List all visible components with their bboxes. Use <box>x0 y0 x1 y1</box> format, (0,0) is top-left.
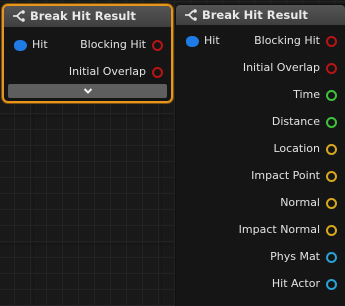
pin-label: Normal <box>280 196 320 209</box>
pin-connector[interactable] <box>152 40 163 51</box>
break-hit-result-node-collapsed[interactable]: Break Hit Result Hit Blocking Hit Initial … <box>2 4 173 103</box>
chevron-down-icon <box>83 88 92 94</box>
node-title: Break Hit Result <box>202 8 308 22</box>
pin-label: Impact Normal <box>238 223 320 236</box>
pin-label: Phys Mat <box>270 250 320 263</box>
pin-label: Blocking Hit <box>254 34 320 47</box>
pin-label: Hit <box>204 34 220 47</box>
advanced-pin-toggle[interactable] <box>8 84 167 98</box>
pin-connector[interactable] <box>326 252 337 263</box>
pin-connector[interactable] <box>326 117 337 128</box>
pin-label: Time <box>293 88 320 101</box>
pin-connector[interactable] <box>326 198 337 209</box>
pin-label: Blocking Hit <box>80 38 146 51</box>
pin-connector[interactable] <box>326 225 337 236</box>
pin-connector[interactable] <box>326 63 337 74</box>
pin-label: Initial Overlap <box>242 61 320 74</box>
function-icon <box>185 9 197 21</box>
node-title: Break Hit Result <box>30 9 136 23</box>
function-icon <box>13 10 25 22</box>
node-header[interactable]: Break Hit Result <box>4 6 171 27</box>
break-hit-result-node-expanded[interactable]: Break Hit Result Hit Blocking Hit Initial … <box>175 4 345 306</box>
pin-connector[interactable] <box>326 171 337 182</box>
pin-connector[interactable] <box>326 279 337 290</box>
pin-connector[interactable] <box>152 67 163 78</box>
pin-label: Distance <box>271 115 320 128</box>
pin-label: Initial Overlap <box>68 65 146 78</box>
pin-label: Hit <box>32 38 48 51</box>
pin-connector[interactable] <box>14 40 27 51</box>
node-header[interactable]: Break Hit Result <box>176 5 345 25</box>
pin-connector[interactable] <box>326 144 337 155</box>
pin-label: Hit Actor <box>271 277 320 290</box>
pin-label: Location <box>273 142 320 155</box>
pin-connector[interactable] <box>186 36 199 47</box>
pin-connector[interactable] <box>326 36 337 47</box>
pin-label: Impact Point <box>251 169 320 182</box>
pin-connector[interactable] <box>326 90 337 101</box>
